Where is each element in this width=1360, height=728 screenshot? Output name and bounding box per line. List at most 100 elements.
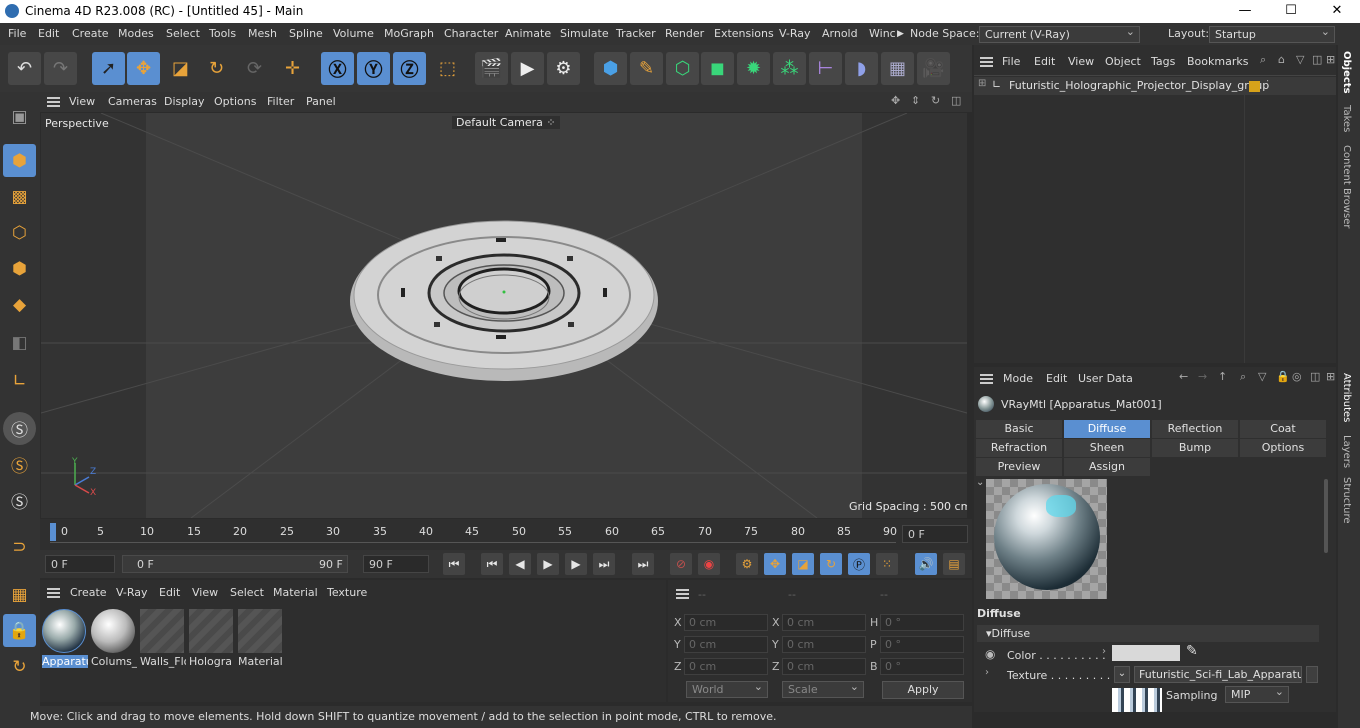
- pen-spline-icon[interactable]: ✎: [630, 52, 663, 85]
- color-swatch[interactable]: [1112, 645, 1180, 661]
- record-icon[interactable]: ⊘: [670, 553, 692, 575]
- key-position-icon[interactable]: ✥: [764, 553, 786, 575]
- polygons-mode-icon[interactable]: ◆: [3, 288, 36, 321]
- sound-icon[interactable]: 🔊: [915, 553, 937, 575]
- rotation-p-field[interactable]: 0 °: [880, 636, 964, 653]
- x-axis-lock-icon[interactable]: Ⓧ: [321, 52, 354, 85]
- key-parameter-icon[interactable]: Ⓟ: [848, 553, 870, 575]
- side-tab-objects[interactable]: Objects: [1341, 51, 1352, 94]
- key-scale-icon[interactable]: ◪: [792, 553, 814, 575]
- material-thumb-material[interactable]: [238, 609, 282, 653]
- forward-arrow-icon[interactable]: →: [1198, 370, 1207, 383]
- solo-hierarchy-icon[interactable]: Ⓢ: [3, 484, 36, 517]
- up-arrow-icon[interactable]: ↑: [1218, 370, 1227, 383]
- coordinate-space-select[interactable]: World: [686, 680, 768, 698]
- keyframe-selection-icon[interactable]: ⚙: [736, 553, 758, 575]
- texture-mode-icon[interactable]: ▩: [3, 180, 36, 213]
- menu-arnold[interactable]: Arnold: [822, 27, 858, 40]
- lock-icon[interactable]: 🔒: [1276, 370, 1290, 383]
- material-menu-create[interactable]: Create: [70, 586, 107, 599]
- layout-select[interactable]: Startup: [1209, 25, 1335, 43]
- workplane-align-icon[interactable]: ↻: [3, 650, 36, 683]
- attribute-search-icon[interactable]: ⌕: [1240, 370, 1246, 384]
- previous-frame-icon[interactable]: ◀: [509, 553, 531, 575]
- object-menu-edit[interactable]: Edit: [1034, 55, 1055, 68]
- live-selection-icon[interactable]: ➚: [92, 52, 125, 85]
- tab-bump[interactable]: Bump: [1152, 439, 1238, 457]
- timeline-ruler[interactable]: 0 5 10 15 20 25 30 35 40 45 50 55 60 65 …: [40, 519, 972, 550]
- key-pla-icon[interactable]: ⁙: [876, 553, 898, 575]
- lock-workplane-icon[interactable]: 🔒: [3, 614, 36, 647]
- object-add-icon[interactable]: ⊞: [1326, 53, 1335, 66]
- render-picture-viewer-icon[interactable]: ▶: [511, 52, 544, 85]
- play-icon[interactable]: ▶: [537, 553, 559, 575]
- close-button[interactable]: ✕: [1314, 2, 1360, 20]
- material-thumb-apparatus[interactable]: [42, 609, 86, 653]
- previous-key-icon[interactable]: ⏮: [481, 553, 503, 575]
- attribute-hamburger-icon[interactable]: [980, 374, 993, 384]
- attribute-menu-user-data[interactable]: User Data: [1078, 372, 1133, 385]
- viewport-menu-filter[interactable]: Filter: [267, 95, 294, 108]
- menu-edit[interactable]: Edit: [38, 27, 59, 40]
- menu-character[interactable]: Character: [444, 27, 498, 40]
- recent-tools-icon[interactable]: ⟳: [238, 52, 271, 85]
- snap-icon[interactable]: ⊃: [3, 530, 36, 563]
- material-thumb-colums[interactable]: [91, 609, 135, 653]
- object-menu-file[interactable]: File: [1002, 55, 1020, 68]
- tab-sheen[interactable]: Sheen: [1064, 439, 1150, 457]
- rotate-tool-icon[interactable]: ↻: [200, 52, 233, 85]
- menu-modes[interactable]: Modes: [118, 27, 154, 40]
- attribute-add-icon[interactable]: ⊞: [1326, 370, 1335, 383]
- viewport-menu-options[interactable]: Options: [214, 95, 256, 108]
- menu-extensions[interactable]: Extensions: [714, 27, 774, 40]
- viewport-camera-label[interactable]: Default Camera ⁘: [452, 116, 560, 129]
- timeline-window-icon[interactable]: ▤: [943, 553, 965, 575]
- floor-icon[interactable]: ▦: [881, 52, 914, 85]
- viewport-toggle-icon[interactable]: ◫: [951, 94, 961, 107]
- holographic-projector-model[interactable]: [350, 220, 658, 381]
- tab-diffuse[interactable]: Diffuse: [1064, 420, 1150, 438]
- viewport-3d[interactable]: Perspective Default Camera ⁘ Grid Spacin…: [41, 113, 967, 518]
- menu-render[interactable]: Render: [665, 27, 704, 40]
- start-frame-field[interactable]: 0 F: [45, 555, 115, 573]
- object-home-icon[interactable]: ⌂: [1278, 53, 1285, 66]
- tab-preview-settings[interactable]: Preview Settings: [976, 458, 1062, 491]
- cube-primitive-icon[interactable]: ⬢: [594, 52, 627, 85]
- maximize-button[interactable]: ☐: [1268, 2, 1314, 20]
- uv-mode-icon[interactable]: ◧: [3, 326, 36, 359]
- mograph-cloner-icon[interactable]: ⁂: [773, 52, 806, 85]
- deformer-icon[interactable]: ⊢: [809, 52, 842, 85]
- undo-icon[interactable]: ↶: [8, 52, 41, 85]
- menu-vray[interactable]: V-Ray: [779, 27, 811, 40]
- material-preview[interactable]: [986, 479, 1107, 599]
- scale-tool-icon[interactable]: ◪: [164, 52, 197, 85]
- menu-overflow-icon[interactable]: ▶: [897, 29, 904, 39]
- color-expand-icon[interactable]: ›: [1102, 646, 1106, 657]
- menu-select[interactable]: Select: [166, 27, 200, 40]
- material-menu-view[interactable]: View: [192, 586, 218, 599]
- texture-expand-icon[interactable]: ›: [985, 667, 989, 678]
- viewport-zoom-icon[interactable]: ⇕: [911, 94, 920, 107]
- visibility-dots-icon[interactable]: ⁚: [1266, 79, 1269, 90]
- sampling-select[interactable]: MIP: [1225, 685, 1289, 703]
- menu-mograph[interactable]: MoGraph: [384, 27, 434, 40]
- make-editable-icon[interactable]: ▣: [3, 100, 36, 133]
- tab-assign[interactable]: Assign: [1064, 458, 1150, 476]
- render-settings-icon[interactable]: ⚙: [547, 52, 580, 85]
- viewport-rotate-icon[interactable]: ↻: [931, 94, 940, 107]
- attribute-menu-edit[interactable]: Edit: [1046, 372, 1067, 385]
- go-to-start-icon[interactable]: ⏮: [443, 553, 465, 575]
- axis-mode-icon[interactable]: ∟: [3, 364, 36, 397]
- viewport-pan-icon[interactable]: ✥: [891, 94, 900, 107]
- edges-mode-icon[interactable]: ⬢: [3, 252, 36, 285]
- solo-off-icon[interactable]: Ⓢ: [3, 412, 36, 445]
- rotation-b-field[interactable]: 0 °: [880, 658, 964, 675]
- object-new-window-icon[interactable]: ◫: [1312, 53, 1322, 66]
- object-filter-icon[interactable]: ▽: [1296, 53, 1304, 66]
- material-menu-texture[interactable]: Texture: [327, 586, 367, 599]
- menu-volume[interactable]: Volume: [333, 27, 374, 40]
- render-view-icon[interactable]: 🎬: [475, 52, 508, 85]
- material-menu-select[interactable]: Select: [230, 586, 264, 599]
- size-y-field[interactable]: 0 cm: [782, 636, 866, 653]
- size-x-field[interactable]: 0 cm: [782, 614, 866, 631]
